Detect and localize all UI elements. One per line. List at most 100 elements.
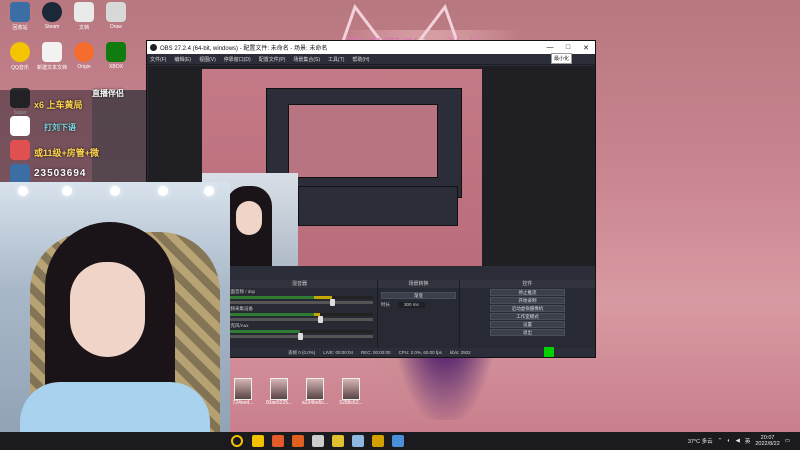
file-thumbnail[interactable]: a234be6c... xyxy=(300,378,330,406)
taskbar-app[interactable] xyxy=(252,435,264,447)
bitrate: kb/s: 2502 xyxy=(449,350,471,355)
desktop-icon-xbox[interactable]: XBOX xyxy=(100,42,132,70)
desktop-icon-document[interactable]: 文档 xyxy=(68,2,100,31)
ime-icon[interactable]: 英 xyxy=(745,437,751,445)
mixer-channel: 麦克风/Aux xyxy=(222,322,377,340)
desktop-icon-generic-1[interactable] xyxy=(4,116,36,138)
dropped-frames: 丢帧 0 (0.0%) xyxy=(288,349,316,355)
menu-file[interactable]: 文件(F) xyxy=(150,56,166,63)
slider-knob[interactable] xyxy=(329,299,335,306)
string-lights xyxy=(0,182,230,202)
minimize-button[interactable]: — xyxy=(541,44,559,52)
studio-mode-button[interactable]: 工作室模式 xyxy=(490,313,565,320)
origin-icon xyxy=(74,42,94,62)
desktop-icon-steam[interactable]: Steam xyxy=(36,2,68,30)
windows-taskbar: 37°C 多云 ⌃ ◐ ◀ 英 20:07 2022/8/22 ▭ xyxy=(0,432,800,450)
mixer-channel: 桌面音频 / dsp xyxy=(222,288,377,306)
file-thumbnail[interactable]: 724eed... xyxy=(228,378,258,406)
channel-label: 麦克风/Aux xyxy=(226,323,249,328)
overlay-badge: 直播伴侣 xyxy=(92,89,124,98)
duration-row: 时长 300 ms xyxy=(378,299,459,311)
overlay-line-2: 打刘下语 xyxy=(44,123,76,132)
window-controls: — □ ✕ xyxy=(541,44,595,52)
file-label: 724eed... xyxy=(232,400,254,406)
slider-knob[interactable] xyxy=(297,333,303,340)
taskbar-app[interactable] xyxy=(392,435,404,447)
start-button[interactable] xyxy=(230,434,244,448)
start-icon xyxy=(231,435,243,447)
nested-obs-preview-2 xyxy=(288,104,438,178)
desktop-icon-draw[interactable]: Draw xyxy=(100,2,132,30)
desktop-icon-generic-2[interactable] xyxy=(4,140,36,162)
desktop-icon-textfile[interactable]: 新建文本文档 xyxy=(36,42,68,71)
channel-label: 桌面音频 / dsp xyxy=(226,289,256,294)
overlay-line-1: x6 上车黄局 xyxy=(34,100,83,110)
exit-button[interactable]: 退出 xyxy=(490,329,565,336)
taskbar-app[interactable] xyxy=(352,435,364,447)
desktop-icon-origin[interactable]: Origin xyxy=(68,42,100,70)
file-thumbnail[interactable]: 5288c63... xyxy=(336,378,366,406)
taskbar-app[interactable] xyxy=(272,435,284,447)
taskbar-app[interactable] xyxy=(292,435,304,447)
tray-chevron-icon[interactable]: ⌃ xyxy=(718,438,723,444)
taskbar-app[interactable] xyxy=(372,435,384,447)
light-bulb xyxy=(18,186,28,196)
menu-view[interactable]: 视图(V) xyxy=(199,56,216,63)
volume-meter xyxy=(226,313,373,316)
stop-streaming-button[interactable]: 停止推流 xyxy=(490,289,565,296)
settings-button[interactable]: 设置 xyxy=(490,321,565,328)
menu-help[interactable]: 帮助(H) xyxy=(352,56,369,63)
transition-select[interactable]: 渐变 xyxy=(381,292,456,299)
taskbar-app[interactable] xyxy=(312,435,324,447)
webcam-feed xyxy=(0,182,230,450)
desktop-icon-label: Steam xyxy=(44,24,60,30)
notification-icon[interactable]: ▭ xyxy=(785,438,790,444)
duration-label: 时长 xyxy=(381,302,390,307)
app-icon xyxy=(10,164,30,184)
nested-obs-docks xyxy=(298,186,458,226)
desktop-icon-label: Origin xyxy=(77,64,91,70)
desktop-icon-qqmusic[interactable]: QQ音乐 xyxy=(4,42,36,71)
close-button[interactable]: ✕ xyxy=(577,44,595,52)
desktop-icon-recycle-bin[interactable]: 回收站 xyxy=(4,2,36,31)
light-bulb xyxy=(110,186,120,196)
obs-logo-icon xyxy=(150,44,157,51)
obs-title-bar[interactable]: OBS 27.2.4 (64-bit, windows) - 配置文件: 未命名… xyxy=(147,41,595,54)
app-icon xyxy=(10,140,30,160)
minimize-tooltip: 最小化 xyxy=(551,53,573,64)
menu-profile[interactable]: 配置文件(P) xyxy=(259,56,286,63)
start-virtual-camera-button[interactable]: 启动虚拟摄像机 xyxy=(490,305,565,312)
duration-input[interactable]: 300 ms xyxy=(398,302,425,308)
streamer-face xyxy=(70,262,145,357)
light-bulb xyxy=(204,186,214,196)
menu-docks[interactable]: 停靠窗口(D) xyxy=(224,56,251,63)
clock[interactable]: 20:07 2022/8/22 xyxy=(755,435,779,447)
light-bulb xyxy=(62,186,72,196)
obs-menu-bar: 文件(F) 编辑(E) 视图(V) 停靠窗口(D) 配置文件(P) 场景集合(S… xyxy=(147,54,595,65)
cpu-fps: CPU: 2.0%, 60.00 fps xyxy=(398,350,442,355)
taskbar-app[interactable] xyxy=(332,435,344,447)
desktop-icon-label: QQ音乐 xyxy=(11,65,29,71)
menu-edit[interactable]: 编辑(E) xyxy=(174,56,191,63)
volume-icon[interactable]: ◀ xyxy=(736,438,740,444)
file-thumbnail[interactable]: 00ae5225... xyxy=(264,378,294,406)
volume-slider[interactable] xyxy=(226,299,373,306)
mixer-dock-title: 混音器 xyxy=(222,280,377,288)
image-file-icon xyxy=(234,378,252,400)
file-label: 00ae5225... xyxy=(265,400,293,406)
controls-dock-title: 控件 xyxy=(460,280,595,288)
live-timer: LIVE: 00:00:04 xyxy=(323,350,354,355)
weather-widget[interactable]: 37°C 多云 xyxy=(688,437,713,445)
start-recording-button[interactable]: 开始录制 xyxy=(490,297,565,304)
transitions-dock-title: 场景转换 xyxy=(378,280,459,288)
maximize-button[interactable]: □ xyxy=(559,44,577,52)
network-icon[interactable]: ◐ xyxy=(727,438,730,444)
overlay-id-number: 23503694 xyxy=(34,168,87,179)
menu-tools[interactable]: 工具(T) xyxy=(328,56,344,63)
volume-slider[interactable] xyxy=(226,316,373,323)
slider-knob[interactable] xyxy=(318,316,324,323)
mixer-channel: 视频采集设备 xyxy=(222,305,377,323)
menu-scene-collection[interactable]: 场景集合(S) xyxy=(293,56,320,63)
volume-slider[interactable] xyxy=(226,333,373,340)
meter-mask xyxy=(320,313,373,316)
